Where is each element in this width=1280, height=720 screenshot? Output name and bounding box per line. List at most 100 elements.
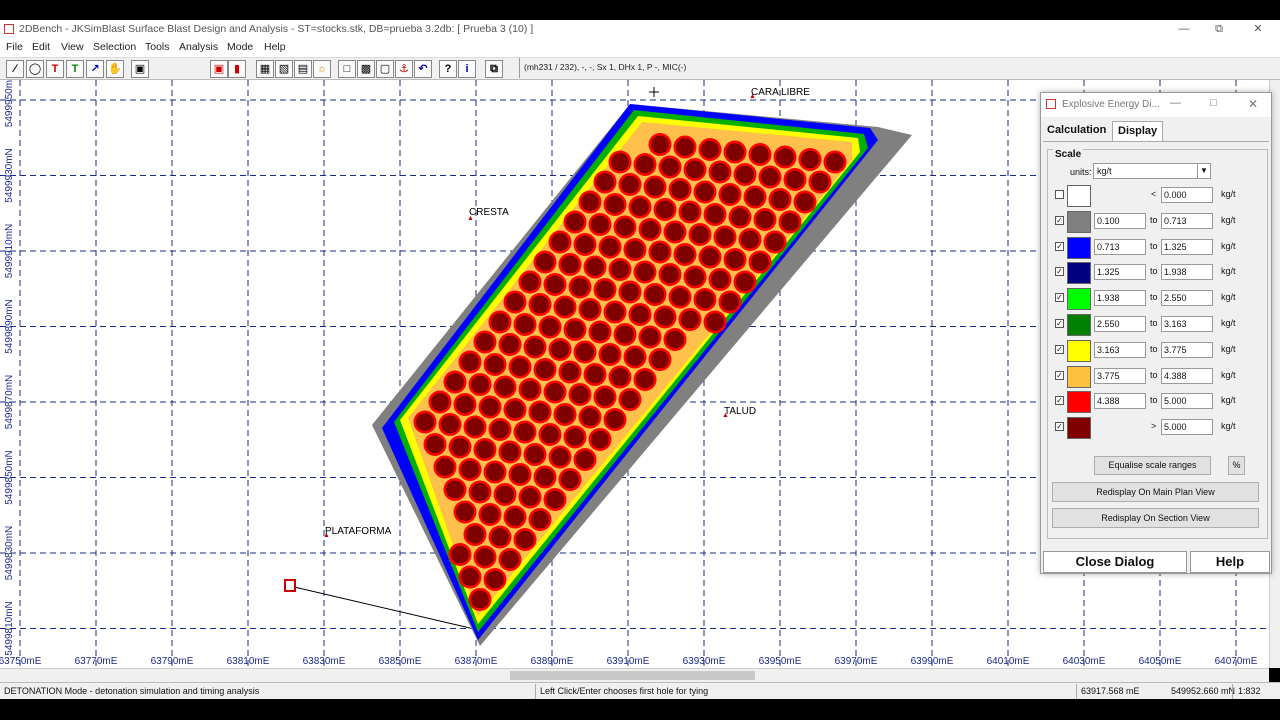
blast-hole[interactable] [751, 145, 769, 164]
range-to-input[interactable]: 2.550 [1161, 290, 1213, 307]
blast-hole[interactable] [601, 345, 619, 364]
blast-hole[interactable] [636, 370, 654, 389]
blast-hole[interactable] [566, 428, 584, 446]
blast-hole[interactable] [686, 268, 704, 286]
minimize-button[interactable]: — [1172, 22, 1196, 37]
tie-tool-icon[interactable]: ↗ [86, 60, 104, 78]
blast-hole[interactable] [496, 485, 514, 504]
blast-hole[interactable] [476, 333, 494, 351]
select-region-icon[interactable]: ▩ [357, 60, 375, 78]
blast-hole[interactable] [546, 490, 564, 509]
blast-hole[interactable] [576, 343, 594, 361]
blast-hole[interactable] [751, 253, 769, 271]
blast-hole[interactable] [546, 275, 564, 294]
range-from-input[interactable]: 3.163 [1094, 341, 1146, 358]
blast-hole[interactable] [471, 375, 489, 394]
blast-hole[interactable] [441, 415, 459, 434]
blast-hole[interactable] [661, 158, 679, 176]
blast-hole[interactable] [606, 303, 624, 321]
blast-hole[interactable] [606, 195, 624, 214]
blast-hole[interactable] [656, 200, 674, 219]
blast-hole[interactable] [481, 505, 499, 524]
blast-hole[interactable] [486, 570, 504, 589]
blast-hole[interactable] [491, 528, 509, 546]
blast-hole[interactable] [486, 463, 504, 481]
blast-hole[interactable] [586, 258, 604, 276]
blast-hole[interactable] [461, 568, 479, 586]
equalise-scale-ranges-button[interactable]: Equalise scale ranges [1094, 456, 1211, 475]
blast-hole[interactable] [591, 215, 609, 234]
blast-hole[interactable] [516, 423, 534, 441]
info-icon[interactable]: i [458, 60, 476, 78]
blast-hole[interactable] [521, 488, 539, 506]
redisplay-section-button[interactable]: Redisplay On Section View [1052, 508, 1259, 528]
blast-hole[interactable] [736, 273, 754, 291]
blast-hole[interactable] [696, 183, 714, 201]
blast-hole[interactable] [596, 388, 614, 406]
range-from-input[interactable]: 1.325 [1094, 264, 1146, 281]
blast-hole[interactable] [536, 468, 554, 486]
blast-hole[interactable] [691, 225, 709, 244]
blast-hole[interactable] [531, 403, 549, 421]
range-to-input[interactable]: 3.163 [1161, 316, 1213, 332]
blast-hole[interactable] [471, 590, 489, 609]
blast-hole[interactable] [556, 405, 574, 424]
blast-hole[interactable] [591, 323, 609, 341]
scale-row-checkbox[interactable]: ✓ [1055, 215, 1064, 225]
scale-row-checkbox[interactable]: ✓ [1055, 267, 1064, 277]
blast-hole[interactable] [671, 180, 689, 199]
blast-hole[interactable] [541, 425, 559, 444]
horizontal-scroll-thumb[interactable] [510, 671, 755, 680]
units-select[interactable]: kg/t ▼ [1093, 163, 1211, 179]
blast-hole[interactable] [646, 285, 664, 304]
blast-hole[interactable] [616, 325, 634, 344]
tab-calculation[interactable]: Calculation [1042, 121, 1111, 141]
scale-row-checkbox[interactable]: ✓ [1055, 370, 1064, 380]
blast-hole[interactable] [516, 315, 534, 334]
blast-hole[interactable] [711, 270, 729, 289]
blast-hole[interactable] [611, 153, 629, 171]
blast-hole[interactable] [646, 178, 664, 196]
range-to-input[interactable]: 0.713 [1161, 212, 1213, 229]
color-swatch[interactable] [1067, 210, 1091, 233]
blast-hole[interactable] [716, 228, 734, 246]
maximize-button[interactable]: ⧉ [1207, 22, 1231, 37]
dialog-minimize-icon[interactable]: — [1170, 97, 1181, 109]
range-from-input[interactable]: 3.775 [1094, 367, 1146, 384]
color-swatch[interactable] [1067, 288, 1091, 311]
blast-hole[interactable] [786, 170, 804, 189]
range-from-input[interactable]: 0.100 [1094, 212, 1146, 229]
blast-hole[interactable] [416, 413, 434, 431]
blast-hole[interactable] [551, 233, 569, 251]
range-to-input[interactable]: 0.000 [1161, 187, 1213, 203]
dialog-title-bar[interactable]: Explosive Energy Di... — □ ✕ [1041, 93, 1271, 117]
detonator-marker[interactable] [284, 579, 296, 592]
menu-help[interactable]: Help [264, 41, 286, 53]
blast-hole[interactable] [561, 470, 579, 489]
menu-file[interactable]: File [6, 41, 23, 53]
blast-hole[interactable] [756, 210, 774, 229]
menu-tools[interactable]: Tools [145, 41, 170, 53]
blast-hole[interactable] [546, 383, 564, 401]
blast-hole[interactable] [581, 300, 599, 319]
blast-hole[interactable] [656, 308, 674, 326]
blast-hole[interactable] [526, 338, 544, 356]
blast-hole[interactable] [561, 363, 579, 381]
blast-hole[interactable] [481, 398, 499, 416]
select-poly-icon[interactable]: ▢ [376, 60, 394, 78]
blast-hole[interactable] [651, 243, 669, 261]
blast-hole[interactable] [631, 305, 649, 324]
blast-hole[interactable] [571, 278, 589, 296]
blast-hole[interactable] [726, 250, 744, 269]
blast-hole[interactable] [576, 450, 594, 469]
blast-hole[interactable] [566, 320, 584, 339]
select-box-icon[interactable]: □ [338, 60, 356, 78]
blast-hole[interactable] [661, 265, 679, 284]
blast-hole[interactable] [521, 273, 539, 291]
plan-view-icon[interactable]: ▣ [131, 60, 149, 78]
contour-icon[interactable]: ▧ [275, 60, 293, 78]
scale-row-checkbox[interactable]: ✓ [1055, 293, 1064, 303]
blast-hole[interactable] [561, 255, 579, 274]
blast-hole[interactable] [446, 373, 464, 391]
blast-hole[interactable] [741, 230, 759, 249]
